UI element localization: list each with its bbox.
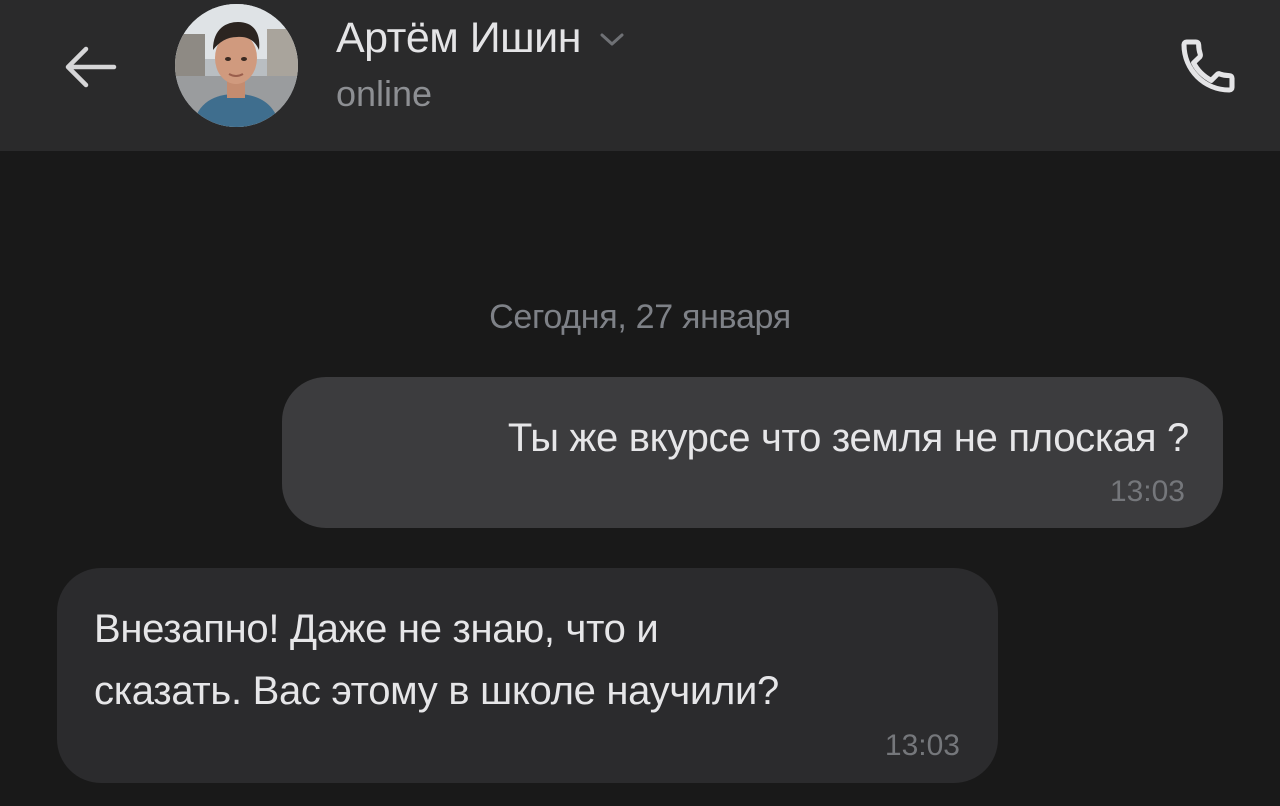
date-separator: Сегодня, 27 января [489,298,791,336]
avatar[interactable] [175,4,298,127]
message-outgoing[interactable]: Ты же вкурсе что земля не плоская ? 13:0… [282,377,1223,528]
message-incoming[interactable]: Внезапно! Даже не знаю, что и сказать. В… [57,568,998,783]
message-time: 13:03 [1109,475,1185,508]
phone-icon [1181,39,1235,93]
call-button[interactable] [1172,30,1244,102]
arrow-left-icon [65,46,117,88]
chat-header: Артём Ишин online [0,0,1280,151]
message-time: 13:03 [884,729,960,762]
message-text: Внезапно! Даже не знаю, что и сказать. В… [94,607,779,713]
contact-photo [175,4,298,127]
contact-title[interactable]: Артём Ишин online [336,10,625,116]
chat-screen: Артём Ишин online Сегодня, 27 января Ты … [0,0,1280,806]
chevron-down-icon [599,32,625,48]
back-button[interactable] [55,35,125,99]
message-text: Ты же вкурсе что земля не плоская ? [507,416,1189,460]
contact-name: Артём Ишин [336,14,581,62]
online-status: online [336,73,433,114]
